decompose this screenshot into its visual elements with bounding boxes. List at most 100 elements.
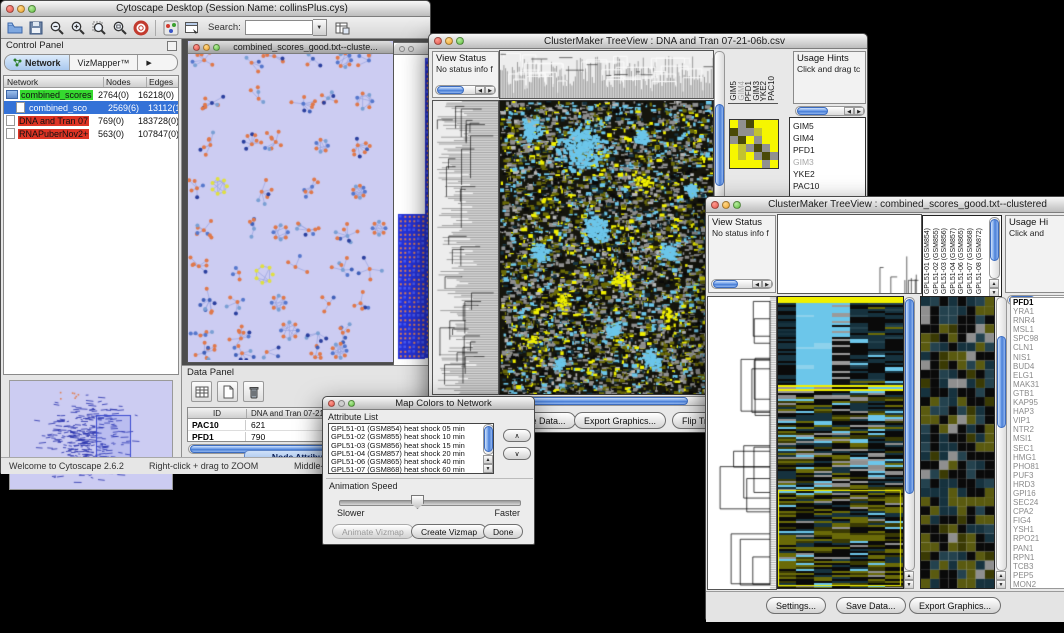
tv2-gene-label[interactable]: PUF3 [1013, 471, 1064, 480]
tv2-gene-label[interactable]: VIP1 [1013, 416, 1064, 425]
main-title-bar[interactable]: Cytoscape Desktop (Session Name: collins… [1, 1, 430, 17]
tv2-gene-label[interactable]: HAP3 [1013, 407, 1064, 416]
network-view-2-title-bar[interactable] [394, 43, 431, 55]
close-icon[interactable] [6, 5, 14, 13]
tv2-gene-label[interactable]: RPN1 [1013, 553, 1064, 562]
close-icon[interactable] [711, 201, 719, 209]
network-list-header[interactable]: Network Nodes Edges [4, 76, 178, 88]
tv2-column-label[interactable]: GPL51-01 (GSM854) [924, 228, 931, 294]
zoom-selected-icon[interactable] [90, 19, 107, 36]
close-icon[interactable] [399, 46, 405, 52]
done-button[interactable]: Done [483, 524, 523, 539]
tv2-gene-label[interactable]: MAK31 [1013, 380, 1064, 389]
export-graphics-button[interactable]: Export Graphics... [574, 412, 666, 429]
attribute-table-icon[interactable] [334, 19, 351, 36]
tv2-gene-label[interactable]: SEC1 [1013, 444, 1064, 453]
tv2-gene-list[interactable]: PFD1YRA1RNR4MSL1SPC98CLN1NIS1BUD4ELG1MAK… [1010, 297, 1064, 589]
network-row[interactable]: DNA and Tran 07769(0)183728(0) [4, 114, 178, 127]
tv2-gene-label[interactable]: RNR4 [1013, 316, 1064, 325]
zoom-window-icon[interactable] [733, 201, 741, 209]
tv2-gene-label[interactable]: RPO21 [1013, 534, 1064, 543]
tv2-gene-label[interactable]: GTB1 [1013, 389, 1064, 398]
tv2-gene-label[interactable]: MSI1 [1013, 434, 1064, 443]
tv1-row-label[interactable]: GIM5 [793, 120, 865, 132]
zoom-in-icon[interactable] [69, 19, 86, 36]
help-icon[interactable] [132, 19, 149, 36]
tv2-column-label[interactable]: GPL51-04 (GSM857) [950, 228, 957, 294]
tv2-gene-label[interactable]: FIG4 [1013, 516, 1064, 525]
attribute-item[interactable]: GPL51-07 (GSM868) heat shock 60 min [331, 466, 493, 474]
tv2-gene-label[interactable]: YRA1 [1013, 307, 1064, 316]
network-view-title-bar[interactable]: combined_scores_good.txt--cluste... [188, 41, 393, 54]
tv2-row-dendrogram[interactable] [708, 297, 776, 589]
float-panel-icon[interactable] [167, 41, 177, 51]
close-icon[interactable] [193, 44, 200, 51]
export-graphics-button[interactable]: Export Graphics... [909, 597, 1001, 614]
save-data-button[interactable]: Save Data... [836, 597, 906, 614]
snapshot-icon[interactable] [183, 19, 200, 36]
close-icon[interactable] [328, 400, 335, 407]
tv1-status-hscrollbar[interactable]: ◀ ▶ [435, 85, 496, 95]
animation-speed-slider[interactable] [339, 500, 521, 506]
open-icon[interactable] [6, 19, 23, 36]
minimize-icon[interactable] [722, 201, 730, 209]
tv2-heatmap-vscrollbar[interactable] [904, 297, 915, 571]
tv2-gene-label[interactable]: PEP5 [1013, 571, 1064, 580]
tv2-gene-label[interactable]: SPC98 [1013, 334, 1064, 343]
tv2-gene-label[interactable]: NIS1 [1013, 353, 1064, 362]
tv1-hints-hscrollbar[interactable]: ◀ ▶ [795, 106, 865, 116]
tab-network[interactable]: Network [5, 55, 70, 70]
zoom-window-icon[interactable] [28, 5, 36, 13]
new-doc-icon[interactable] [217, 381, 238, 402]
tv1-row-label[interactable]: PFD1 [793, 144, 865, 156]
tv2-column-dendrogram[interactable] [778, 215, 921, 293]
tv1-row-dendrogram[interactable] [433, 101, 498, 394]
tv1-row-label[interactable]: GIM3 [793, 156, 865, 168]
tv2-gene-label[interactable]: ELG1 [1013, 371, 1064, 380]
grid-icon[interactable] [191, 381, 212, 402]
zoom-window-icon[interactable] [213, 44, 220, 51]
tv1-column-dendrogram[interactable] [500, 51, 713, 98]
tv1-title-bar[interactable]: ClusterMaker TreeView : DNA and Tran 07-… [429, 34, 867, 49]
tv2-gene-label[interactable]: HMG1 [1013, 453, 1064, 462]
tv2-gene-label[interactable]: CLN1 [1013, 343, 1064, 352]
tv2-column-label[interactable]: GPL51-08 (GSM872) [976, 228, 983, 294]
tab-vizmapper[interactable]: VizMapper™ [70, 55, 139, 70]
tv2-column-label[interactable]: GPL51-02 (GSM855) [933, 228, 940, 294]
tv2-column-label[interactable]: GPL51-06 (GSM865) [958, 228, 965, 294]
close-icon[interactable] [434, 37, 442, 45]
tv1-row-label[interactable]: GIM4 [793, 132, 865, 144]
tv2-column-label[interactable]: GPL51-03 (GSM856) [941, 228, 948, 294]
tv2-gene-label[interactable]: GPI16 [1013, 489, 1064, 498]
tv2-gene-label[interactable]: TCB3 [1013, 562, 1064, 571]
tv2-heatmap-canvas[interactable] [778, 297, 903, 588]
minimize-icon[interactable] [445, 37, 453, 45]
tv2-zoom-heatmap-canvas[interactable] [921, 297, 994, 588]
dialog-title-bar[interactable]: Map Colors to Network [323, 397, 534, 410]
tv2-gene-label[interactable]: MON2 [1013, 580, 1064, 589]
zoom-out-icon[interactable] [48, 19, 65, 36]
tv2-gene-label[interactable]: HRD3 [1013, 480, 1064, 489]
minimize-icon[interactable] [17, 5, 25, 13]
attribute-listbox[interactable]: GPL51-01 (GSM854) heat shock 05 minGPL51… [328, 423, 494, 474]
tv2-gene-label[interactable]: SEC24 [1013, 498, 1064, 507]
network-row[interactable]: combined_scores2764(0)16218(0) [4, 88, 178, 101]
tv2-column-label[interactable]: GPL51-07 (GSM868) [967, 228, 974, 294]
minimize-icon[interactable] [408, 46, 414, 52]
tv2-gene-label[interactable]: YSH1 [1013, 525, 1064, 534]
tv2-gene-label[interactable]: PHO81 [1013, 462, 1064, 471]
attribute-list-vscrollbar[interactable] [483, 424, 494, 455]
save-icon[interactable] [27, 19, 44, 36]
delete-icon[interactable] [243, 381, 264, 402]
network-canvas-2[interactable] [394, 55, 431, 361]
tv1-heatmap-canvas[interactable] [500, 101, 713, 394]
zoom-window-icon[interactable] [348, 400, 355, 407]
tv1-row-label[interactable]: YKE2 [793, 168, 865, 180]
tv2-status-hscrollbar[interactable]: ◀ ▶ [711, 279, 773, 289]
network-canvas[interactable] [188, 54, 391, 360]
settings-button[interactable]: Settings... [766, 597, 826, 614]
tab-overflow[interactable]: ▶ [138, 55, 159, 70]
tv1-column-label[interactable]: PAC10 [767, 76, 776, 101]
search-dropdown-button[interactable]: ▼ [313, 19, 327, 36]
zoom-window-icon[interactable] [456, 37, 464, 45]
